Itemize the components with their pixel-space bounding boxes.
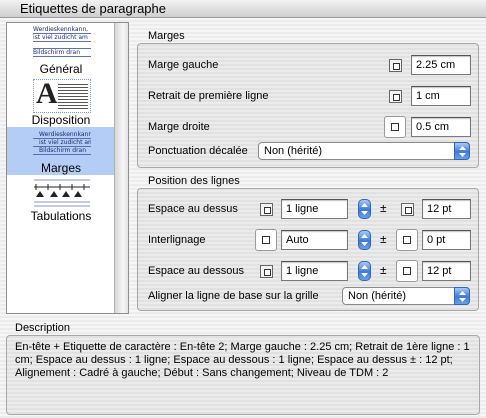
category-list[interactable]: Werdieskennkann, ist viel zudicht am Bil… — [6, 22, 129, 314]
marges-group-title: Marges — [148, 30, 185, 42]
thumb-line: Werdieskennkann, — [33, 26, 91, 34]
dialog-content: Werdieskennkann, ist viel zudicht am Bil… — [0, 18, 486, 418]
category-tabulations-label: Tabulations — [30, 209, 92, 223]
marges-group: Marge gauche 2.25 cm Retrait de première… — [137, 43, 479, 168]
interlignage-label: Interlignage — [148, 234, 206, 246]
category-general-label: Général — [39, 62, 83, 76]
thumb-lines — [58, 83, 88, 111]
plus-minus-label: ± — [380, 263, 387, 277]
category-disposition-label: Disposition — [31, 113, 91, 127]
espace-dessus-bullet-icon[interactable] — [260, 203, 273, 216]
position-lignes-group: Espace au dessus 1 ligne ± 12 pt Interli… — [137, 188, 479, 311]
thumb-line — [33, 42, 91, 49]
description-box: En-tête + Etiquette de caractère : En-tê… — [6, 335, 480, 415]
ponctuation-decalee-popup[interactable]: Non (hérité) — [258, 142, 470, 160]
espace-dessous-bullet-icon[interactable] — [260, 265, 273, 278]
general-thumbnail: Werdieskennkann, ist viel zudicht am Bil… — [33, 26, 91, 57]
marge-droite-input[interactable]: 0.5 cm — [411, 117, 471, 137]
aligner-grille-popup[interactable]: Non (hérité) — [342, 287, 470, 305]
category-general[interactable]: Werdieskennkann, ist viel zudicht am Bil… — [7, 23, 115, 77]
category-marges-label: Marges — [40, 161, 81, 175]
marge-gauche-input[interactable]: 2.25 cm — [411, 55, 471, 75]
retrait-bullet-icon[interactable] — [389, 90, 402, 103]
description-text: En-tête + Etiquette de caractère : En-tê… — [15, 341, 470, 379]
plus-minus-label: ± — [380, 201, 387, 215]
interlignage-tolerance-input[interactable]: 0 pt — [422, 230, 471, 250]
dropcap-letter: A — [36, 77, 58, 110]
marge-droite-label: Marge droite — [148, 121, 210, 133]
marge-droite-bullet-button[interactable] — [384, 116, 406, 138]
interlignage-input[interactable]: Auto — [281, 230, 348, 250]
interlignage-tolerance-bullet-button[interactable] — [396, 229, 418, 251]
aligner-grille-value: Non (hérité) — [348, 290, 407, 302]
espace-dessous-tolerance-input[interactable]: 12 pt — [422, 261, 471, 281]
retrait-premiere-ligne-label: Retrait de première ligne — [148, 90, 269, 102]
popup-arrows-icon — [454, 287, 470, 305]
marge-gauche-label: Marge gauche — [148, 59, 219, 71]
espace-au-dessus-label: Espace au dessus — [148, 203, 238, 215]
window-titlebar: Etiquettes de paragraphe — [0, 0, 486, 18]
thumb-line: Bildschirm dran — [33, 147, 91, 155]
interlignage-stepper[interactable] — [358, 230, 371, 250]
category-tabulations[interactable]: Tabulations — [7, 175, 115, 225]
category-scrollbar[interactable] — [114, 23, 128, 313]
retrait-premiere-ligne-input[interactable]: 1 cm — [411, 86, 471, 106]
espace-dessus-tolerance-bullet-icon[interactable] — [401, 203, 414, 216]
thumb-line: ist viel zudicht am — [33, 139, 91, 147]
thumb-line: Werdieskennkann, — [33, 131, 91, 139]
disposition-thumbnail: A — [33, 77, 91, 113]
thumb-line: ist viel zudicht am — [33, 34, 91, 42]
espace-dessus-stepper[interactable] — [358, 199, 371, 219]
marge-gauche-bullet-icon[interactable] — [389, 59, 402, 72]
aligner-grille-label: Aligner la ligne de base sur la grille — [148, 290, 319, 302]
category-marges[interactable]: Werdieskennkann, ist viel zudicht am Bil… — [7, 127, 115, 175]
position-lignes-group-title: Position des lignes — [148, 175, 240, 187]
popup-arrows-icon — [454, 142, 470, 160]
ponctuation-decalee-label: Ponctuation décalée — [148, 145, 248, 157]
ponctuation-decalee-value: Non (hérité) — [264, 145, 323, 157]
plus-minus-label: ± — [380, 232, 387, 246]
espace-au-dessous-input[interactable]: 1 ligne — [281, 261, 348, 281]
marges-thumbnail: Werdieskennkann, ist viel zudicht am Bil… — [33, 131, 91, 155]
espace-dessus-tolerance-input[interactable]: 12 pt — [422, 199, 471, 219]
espace-au-dessous-label: Espace au dessous — [148, 265, 245, 277]
tab-ruler-icon — [34, 179, 90, 207]
espace-dessous-stepper[interactable] — [358, 261, 371, 281]
description-title: Description — [15, 322, 71, 334]
interlignage-bullet-button[interactable] — [255, 229, 277, 251]
category-disposition[interactable]: A Disposition — [7, 77, 115, 127]
espace-dessous-tolerance-bullet-button[interactable] — [396, 260, 418, 282]
window-title: Etiquettes de paragraphe — [20, 1, 166, 16]
espace-au-dessus-input[interactable]: 1 ligne — [281, 199, 348, 219]
thumb-line: Bildschirm dran — [33, 49, 91, 57]
